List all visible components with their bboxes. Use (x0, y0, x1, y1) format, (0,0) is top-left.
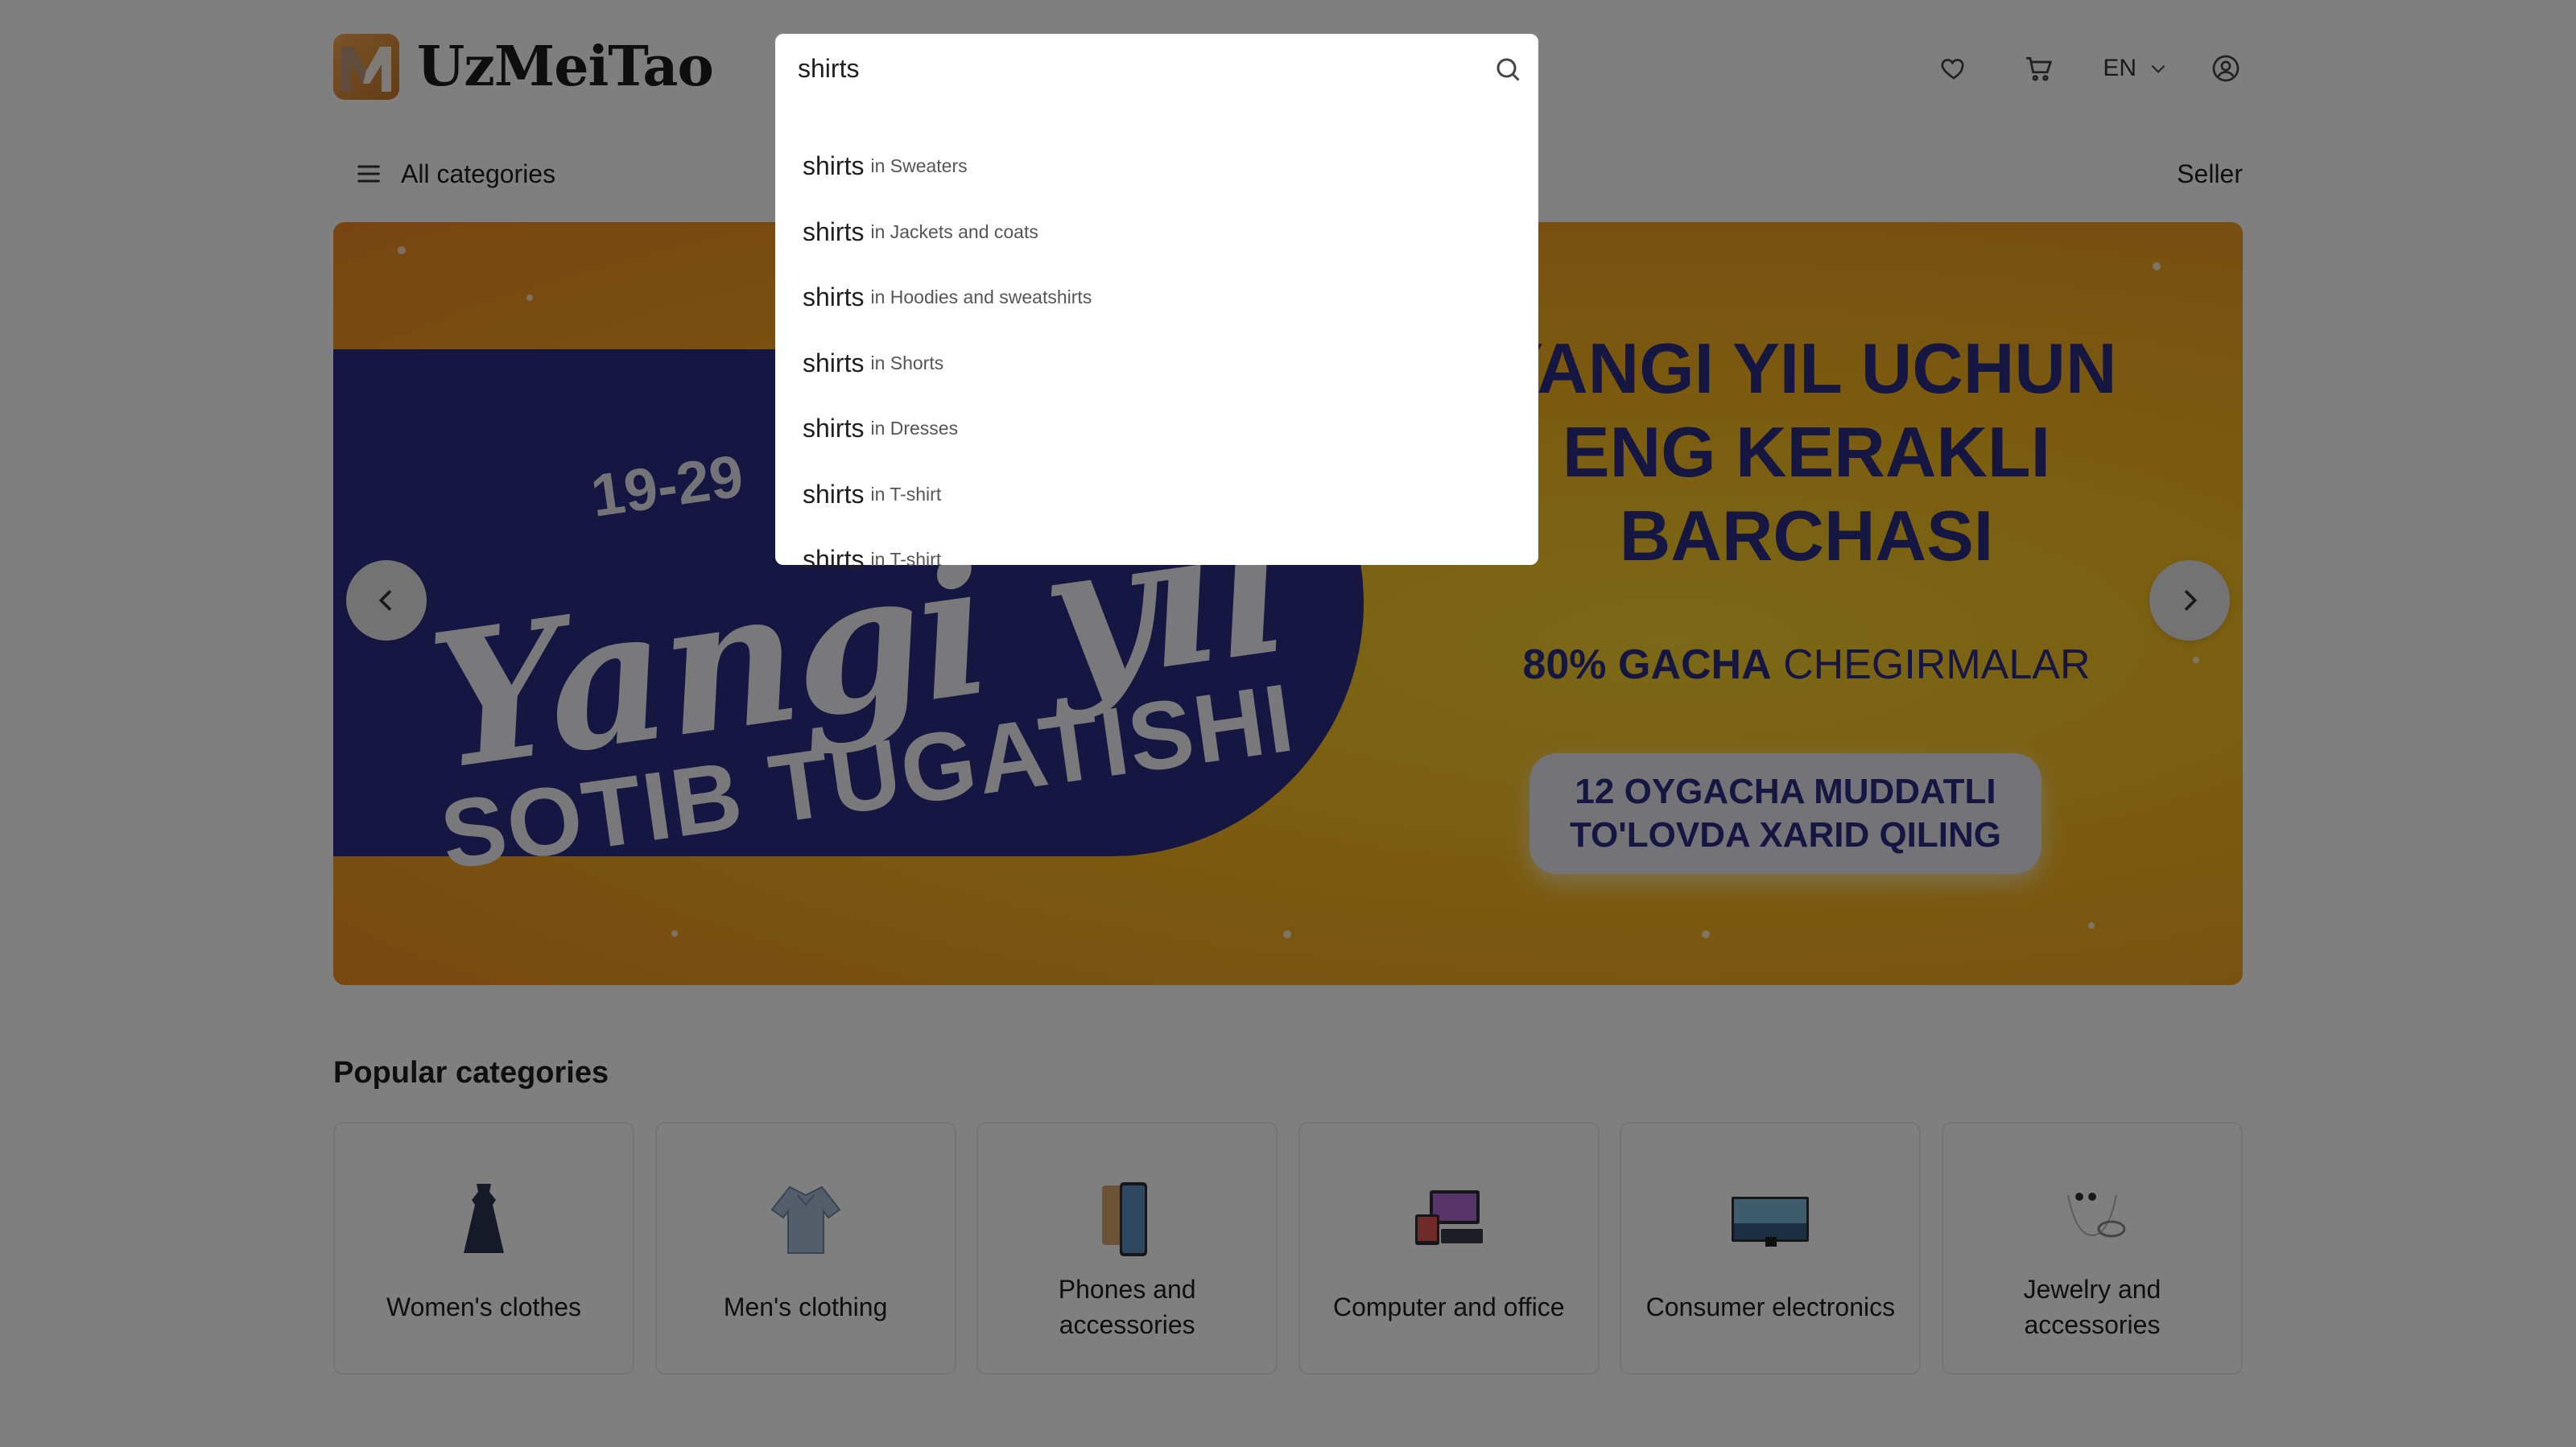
suggestion-item[interactable]: shirts in Sweaters (775, 134, 1538, 200)
suggestion-term: shirts (803, 545, 865, 575)
suggestion-item[interactable]: shirts in Jackets and coats (775, 200, 1538, 266)
suggestion-category: in Hoodies and sweatshirts (870, 287, 1092, 308)
suggestion-item[interactable]: shirts in T-shirt (775, 527, 1538, 593)
suggestion-category: in T-shirt (870, 483, 942, 505)
suggestion-item[interactable]: shirts in Dresses (775, 396, 1538, 462)
suggestion-category: in Jackets and coats (870, 221, 1038, 242)
suggestion-category: in Sweaters (870, 155, 968, 177)
suggestion-list: shirts in Sweaters shirts in Jackets and… (775, 134, 1538, 593)
suggestion-item[interactable]: shirts in Shorts (775, 331, 1538, 397)
suggestion-term: shirts (803, 479, 865, 509)
suggestion-item[interactable]: shirts in T-shirt (775, 462, 1538, 528)
search-button[interactable] (1490, 52, 1525, 87)
suggestion-term: shirts (803, 348, 865, 377)
search-input[interactable] (798, 50, 1458, 87)
suggestion-term: shirts (803, 414, 865, 443)
suggestion-category: in T-shirt (870, 549, 942, 571)
suggestion-item[interactable]: shirts in Hoodies and sweatshirts (775, 265, 1538, 331)
suggestion-term: shirts (803, 151, 865, 181)
suggestion-term: shirts (803, 282, 865, 312)
suggestion-category: in Shorts (870, 352, 944, 373)
suggestion-term: shirts (803, 216, 865, 246)
search-icon (1496, 58, 1520, 81)
search-dropdown: shirts in Sweaters shirts in Jackets and… (775, 34, 1538, 574)
suggestion-category: in Dresses (870, 418, 959, 439)
